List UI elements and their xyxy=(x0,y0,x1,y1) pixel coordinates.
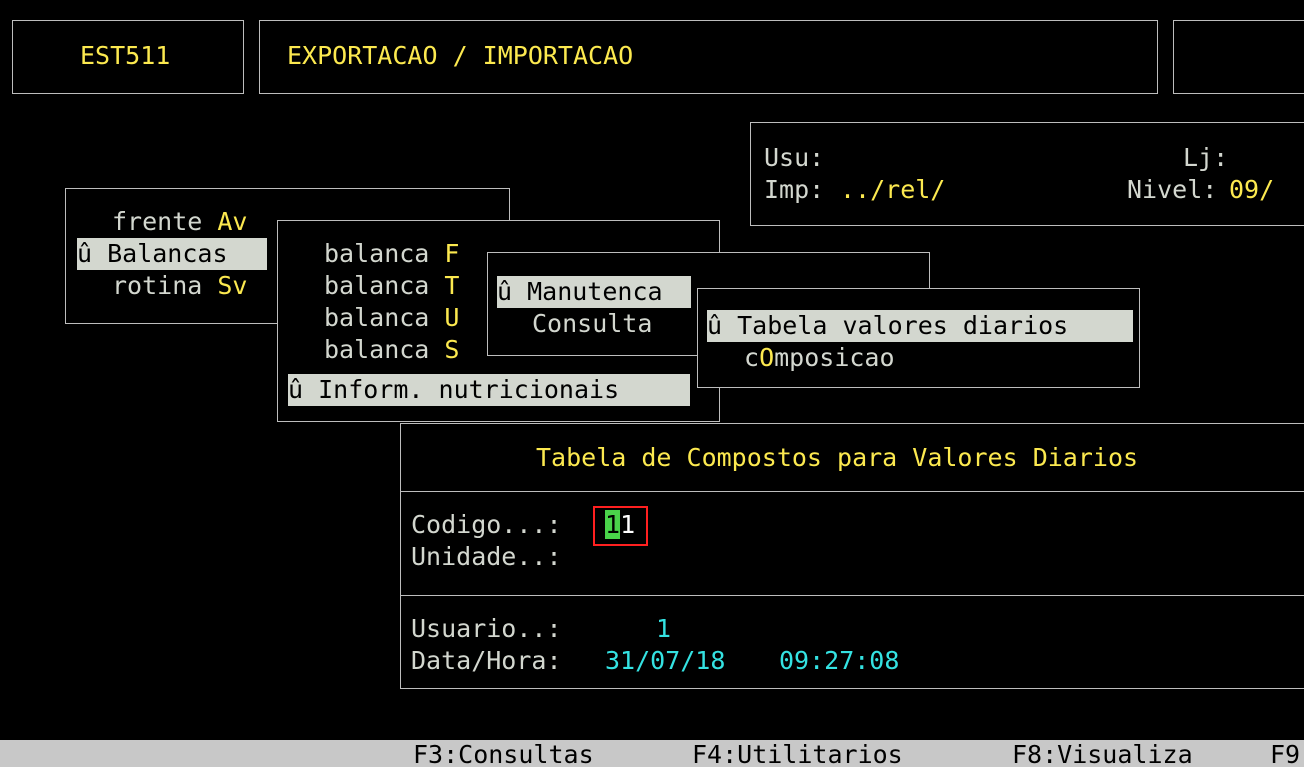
usuario-value: 1 xyxy=(656,614,672,643)
f3-consultas[interactable]: F3:Consultas xyxy=(413,740,594,767)
menu2-hotkey-s: S xyxy=(444,335,460,364)
nivel-value: 09/ xyxy=(1229,175,1275,204)
date-value: 31/07/18 xyxy=(605,646,726,675)
menu1-hotkey-sv: Sv xyxy=(217,271,248,300)
f4-utilitarios[interactable]: F4:Utilitarios xyxy=(692,740,903,767)
time-value: 09:27:08 xyxy=(779,646,900,675)
unidade-label: Unidade..: xyxy=(411,542,562,571)
menu1-hotkey-av: Av xyxy=(217,207,248,236)
f8-visualiza[interactable]: F8:Visualiza xyxy=(1012,740,1193,767)
menu2-item-balanca-u[interactable]: balanca U xyxy=(324,302,459,334)
header-right-box xyxy=(1173,20,1304,94)
lj-label: Lj: xyxy=(1183,143,1229,172)
menu3-item-consulta[interactable]: Consulta xyxy=(532,308,652,340)
menu1-item-balancas[interactable]: û Balancas xyxy=(77,238,267,270)
f9-key[interactable]: F9 xyxy=(1270,740,1300,767)
text-cursor: 1 xyxy=(605,510,621,539)
imp-label: Imp: xyxy=(764,175,825,204)
nivel-label: Nivel: xyxy=(1127,175,1218,204)
usu-label: Usu: xyxy=(764,143,825,172)
menu2-hotkey-f: F xyxy=(444,239,460,268)
function-key-bar: F3:Consultas F4:Utilitarios F8:Visualiza… xyxy=(0,740,1304,767)
form-title: Tabela de Compostos para Valores Diarios xyxy=(536,443,1139,472)
user-info-panel xyxy=(750,122,1304,226)
menu1-item-frente[interactable]: frente Av xyxy=(112,206,247,238)
form-divider-bottom xyxy=(401,595,1304,596)
imp-value: ../rel/ xyxy=(840,175,946,204)
menu3-item-manutenca[interactable]: û Manutenca xyxy=(497,276,691,308)
menu2-hotkey-u: U xyxy=(444,303,460,332)
program-title: EXPORTACAO / IMPORTACAO xyxy=(287,41,634,70)
menu2-item-inform-nutricionais[interactable]: û Inform. nutricionais xyxy=(288,374,690,406)
usuario-label: Usuario..: xyxy=(411,614,562,643)
codigo-input[interactable]: 11 xyxy=(605,509,635,541)
menu4-hotkey-o: O xyxy=(759,343,775,372)
menu4-item-composicao[interactable]: cOmposicao xyxy=(744,342,895,374)
datahora-label: Data/Hora: xyxy=(411,646,562,675)
menu2-item-balanca-s[interactable]: balanca S xyxy=(324,334,459,366)
menu1-item-rotina[interactable]: rotina Sv xyxy=(112,270,247,302)
form-divider-top xyxy=(401,491,1304,492)
codigo-label: Codigo...: xyxy=(411,510,562,539)
menu2-hotkey-t: T xyxy=(444,271,460,300)
menu2-item-balanca-f[interactable]: balanca F xyxy=(324,238,459,270)
program-code: EST511 xyxy=(80,41,171,70)
menu4-item-tabela-valores-diarios[interactable]: û Tabela valores diarios xyxy=(707,310,1133,342)
menu2-item-balanca-t[interactable]: balanca T xyxy=(324,270,459,302)
